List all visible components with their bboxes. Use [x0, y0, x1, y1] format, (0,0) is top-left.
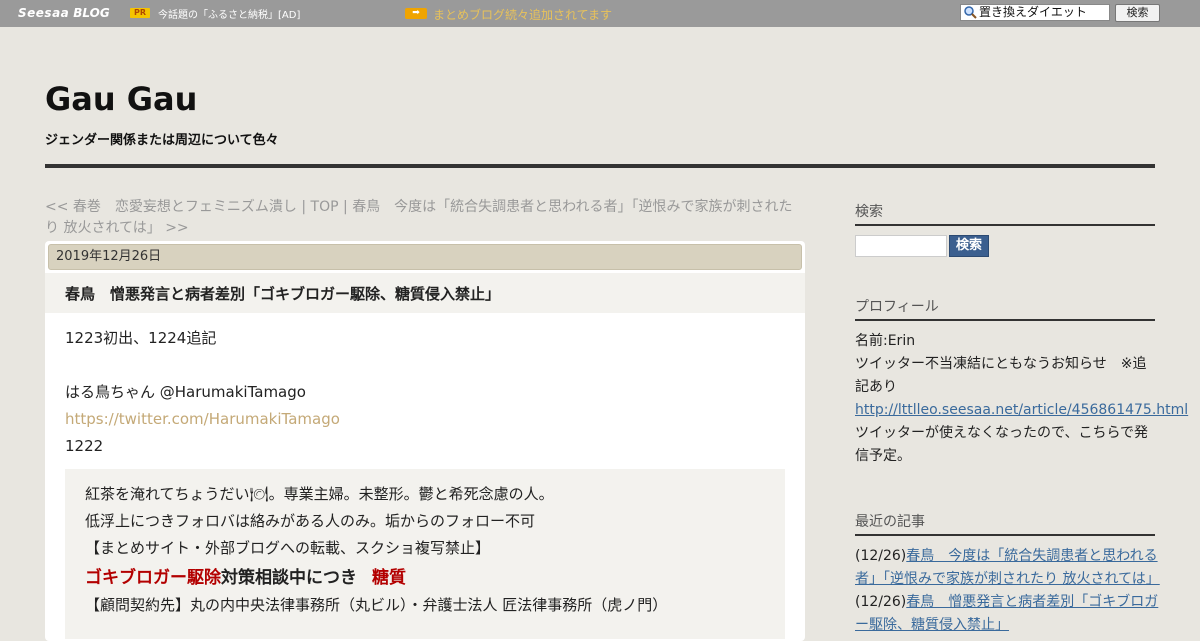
- article-title-bar: 春鳥 憎悪発言と病者差別「ゴキブロガー駆除、糖質侵入禁止」: [45, 273, 805, 313]
- body-line: 1222: [65, 437, 104, 455]
- pr-ad-link[interactable]: 今話題の「ふるさと納税」[AD]: [158, 6, 300, 21]
- quote-red-text: ゴキブロガー駆除: [85, 568, 221, 588]
- pager-sep: |: [296, 199, 311, 215]
- matome-notice-link[interactable]: まとめブログ続々追加されてます: [433, 6, 612, 23]
- quote-line: 低浮上につきフォロバは絡みがある人のみ。垢からのフォロー不可: [85, 512, 536, 530]
- body-line: 1223初出、1224追記: [65, 329, 217, 347]
- body-line: はる鳥ちゃん @HarumakiTamago: [65, 383, 306, 401]
- brand-blog: BLOG: [73, 6, 110, 20]
- site-title[interactable]: Gau Gau: [45, 80, 197, 118]
- recent-item-date: (12/26): [855, 594, 907, 610]
- recent-item: (12/26)春鳥 今度は「統合失調患者と思われる者」「逆恨みで家族が刺されたり…: [855, 545, 1160, 591]
- pr-badge: PR: [130, 8, 150, 18]
- quote-bold-text: 対策相談中につき: [221, 568, 357, 588]
- arrow-right-icon: ➡: [405, 8, 427, 19]
- seesaa-blog-logo[interactable]: Seesaa BLOG: [18, 5, 110, 21]
- quote-line-emphasis: ゴキブロガー駆除対策相談中につき 糖質: [85, 563, 406, 588]
- brand-seesaa: Seesaa: [18, 6, 70, 20]
- profile-notice: ツイッター不当凍結にともなうお知らせ ※追記あり: [855, 356, 1147, 395]
- article-pager: << 春巻 恋愛妄想とフェミニズム潰し | TOP | 春鳥 今度は「統合失調患…: [45, 197, 805, 239]
- article-date: 2019年12月26日: [48, 244, 802, 270]
- profile-link[interactable]: http://lttlleo.seesaa.net/article/456861…: [855, 402, 1188, 418]
- twitter-link[interactable]: https://twitter.com/HarumakiTamago: [65, 410, 340, 428]
- recent-item-date: (12/26): [855, 548, 907, 564]
- site-description: ジェンダー関係または周辺について色々: [45, 133, 279, 148]
- sidebar-search-heading: 検索: [855, 201, 1155, 226]
- top-search-input[interactable]: 置き換えダイエット: [960, 4, 1110, 21]
- top-bar: Seesaa BLOG PR 今話題の「ふるさと納税」[AD] ➡ まとめブログ…: [0, 0, 1200, 27]
- quote-line: 【まとめサイト・外部ブログへの転載、スクショ複写禁止】: [85, 539, 491, 557]
- header-divider: [45, 164, 1155, 168]
- recent-item: (12/26)春鳥 憎悪発言と病者差別「ゴキブロガー駆除、糖質侵入禁止」: [855, 591, 1160, 637]
- top-link[interactable]: TOP: [311, 199, 339, 215]
- prev-article-link[interactable]: << 春巻 恋愛妄想とフェミニズム潰し: [45, 199, 297, 215]
- top-search-button[interactable]: 検索: [1115, 4, 1160, 22]
- article: 2019年12月26日 春鳥 憎悪発言と病者差別「ゴキブロガー駆除、糖質侵入禁止…: [45, 241, 805, 641]
- profile-block: 名前:Erin ツイッター不当凍結にともなうお知らせ ※追記あり http://…: [855, 330, 1188, 468]
- quote-red-text: 糖質: [372, 568, 407, 588]
- search-icon: [964, 6, 977, 19]
- quote-line: 紅茶を淹れてちょうだい🍽。専業主婦。未整形。鬱と希死念慮の人。: [85, 485, 554, 503]
- sidebar-profile-heading: プロフィール: [855, 296, 1155, 321]
- recent-list: (12/26)春鳥 今度は「統合失調患者と思われる者」「逆恨みで家族が刺されたり…: [855, 545, 1160, 637]
- profile-name: 名前:Erin: [855, 333, 916, 349]
- sidebar-search-input[interactable]: [855, 235, 947, 257]
- quote-block: 紅茶を淹れてちょうだい🍽。専業主婦。未整形。鬱と希死念慮の人。 低浮上につきフォ…: [65, 469, 785, 639]
- sidebar-recent-heading: 最近の記事: [855, 511, 1155, 536]
- article-title[interactable]: 春鳥 憎悪発言と病者差別「ゴキブロガー駆除、糖質侵入禁止」: [65, 283, 500, 304]
- profile-note: ツイッターが使えなくなったので、こちらで発信予定。: [855, 425, 1149, 464]
- sidebar-search-button[interactable]: 検索: [949, 235, 989, 257]
- quote-line: 【顧問契約先】丸の内中央法律事務所（丸ビル）・弁護士法人 匠法律事務所（虎ノ門）: [85, 596, 668, 614]
- pager-sep: |: [338, 199, 353, 215]
